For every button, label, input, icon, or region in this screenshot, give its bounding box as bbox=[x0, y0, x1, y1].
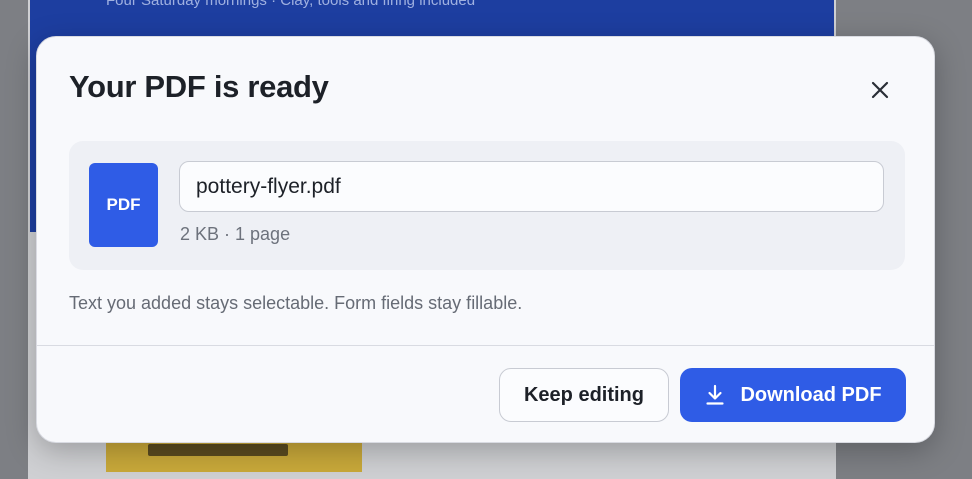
download-icon bbox=[706, 384, 725, 405]
close-icon bbox=[871, 81, 889, 99]
keep-editing-label: Keep editing bbox=[523, 383, 644, 406]
filename-input[interactable] bbox=[179, 161, 884, 212]
download-pdf-label: Download PDF bbox=[740, 383, 882, 406]
footer-divider bbox=[37, 345, 934, 346]
helper-text: Text you added stays selectable. Form fi… bbox=[69, 293, 523, 313]
keep-editing-button[interactable]: Keep editing bbox=[499, 368, 669, 422]
pdf-badge-label: PDF bbox=[106, 195, 141, 214]
pdf-ready-dialog: Your PDF is ready PDF 2 KB · 1 page Text… bbox=[36, 36, 935, 443]
download-pdf-button[interactable]: Download PDF bbox=[680, 368, 906, 422]
file-card: PDF 2 KB · 1 page bbox=[69, 141, 905, 270]
dialog-title: Your PDF is ready bbox=[69, 69, 329, 104]
pdf-file-icon: PDF bbox=[89, 163, 158, 247]
file-meta: 2 KB · 1 page bbox=[180, 224, 291, 244]
background-banner-text: Four Saturday mornings · Clay, tools and… bbox=[106, 0, 476, 9]
close-button[interactable] bbox=[865, 75, 895, 105]
background-yellow-inner bbox=[148, 444, 288, 456]
